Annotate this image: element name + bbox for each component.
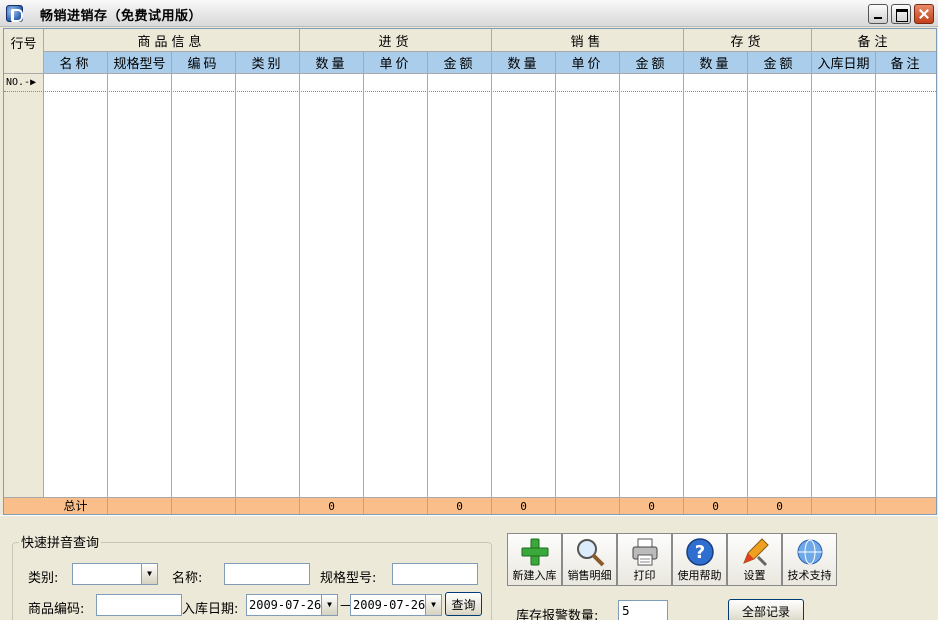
query-button[interactable]: 查询 [445,592,482,616]
code-label: 商品编码: [28,602,85,617]
col-header-stock-amount[interactable]: 金额 [748,52,812,74]
total-stock-amount: 0 [748,498,812,514]
col-header-sales-price[interactable]: 单价 [556,52,620,74]
chevron-down-icon[interactable]: ▼ [321,595,337,615]
sales-detail-button[interactable]: 销售明细 [562,533,617,586]
column-divider [619,74,620,497]
total-purchase-qty: 0 [300,498,364,514]
col-header-stock-date[interactable]: 入库日期 [812,52,876,74]
table-row[interactable] [4,74,936,92]
chevron-down-icon[interactable]: ▼ [425,595,441,615]
window-title: 畅销进销存（免费试用版） [40,9,203,24]
total-cell [812,498,876,514]
total-row: 总计 0 0 0 0 0 0 [4,497,936,514]
category-select[interactable]: ▼ [72,563,158,585]
minimize-button[interactable] [868,4,888,24]
sales-detail-label: 销售明细 [567,569,612,582]
total-sales-amount: 0 [620,498,684,514]
group-header-remarks: 备注 [812,29,936,52]
settings-button[interactable]: 设置 [727,533,782,586]
column-divider [171,74,172,497]
app-icon [6,5,23,22]
code-input[interactable] [96,594,182,616]
printer-icon [632,538,657,566]
column-divider [363,74,364,497]
col-header-category[interactable]: 类别 [236,52,300,74]
col-header-name[interactable]: 名称 [44,52,108,74]
globe-icon [797,539,822,565]
date-label: 入库日期: [182,602,239,617]
total-sales-qty: 0 [492,498,556,514]
date-from-value: 2009-07-26 [249,598,322,612]
col-header-stock-qty[interactable]: 数量 [684,52,748,74]
total-cell [172,498,236,514]
help-icon: ? [685,538,714,566]
column-divider [683,74,684,497]
total-cell [876,498,936,514]
total-cell [556,498,620,514]
stock-alarm-input[interactable]: 5 [618,600,668,620]
column-divider [555,74,556,497]
spec-label: 规格型号: [320,571,377,586]
print-label: 打印 [633,569,656,582]
inventory-grid[interactable]: 行号 商品信息 进货 销售 存货 备注 名称 规格型号 编码 类别 数量 单价 … [3,28,937,515]
column-divider [107,74,108,497]
col-header-remark[interactable]: 备注 [876,52,936,74]
col-header-sales-qty[interactable]: 数量 [492,52,556,74]
row-number-column [4,92,44,497]
new-stock-button[interactable]: 新建入库 [507,533,562,586]
total-cell [236,498,300,514]
plus-icon [521,538,548,566]
date-to-picker[interactable]: 2009-07-26 ▼ [350,594,442,616]
column-divider [491,74,492,497]
column-divider [427,74,428,497]
group-header-purchase: 进货 [300,29,492,52]
col-header-code[interactable]: 编码 [172,52,236,74]
total-label: 总计 [44,498,108,514]
column-header-row: 名称 规格型号 编码 类别 数量 单价 金额 数量 单价 金额 数量 金额 入库… [4,52,936,74]
col-header-purchase-price[interactable]: 单价 [364,52,428,74]
maximize-button[interactable] [891,4,911,24]
help-label: 使用帮助 [677,569,722,582]
column-divider [747,74,748,497]
column-divider [299,74,300,497]
support-button[interactable]: 技术支持 [782,533,837,586]
col-header-spec[interactable]: 规格型号 [108,52,172,74]
quick-search-title: 快速拼音查询 [19,532,102,551]
help-button[interactable]: ? 使用帮助 [672,533,727,586]
total-cell [364,498,428,514]
column-divider [811,74,812,497]
settings-label: 设置 [743,569,766,582]
bottom-panel: 快速拼音查询 类别: ▼ 名称: 规格型号: 商品编码: 入库日期: 2009-… [0,515,938,620]
print-button[interactable]: 打印 [617,533,672,586]
category-label: 类别: [28,571,59,586]
name-label: 名称: [172,571,203,586]
new-stock-label: 新建入库 [512,569,557,582]
all-records-button[interactable]: 全部记录 [728,599,804,620]
magnifier-icon [576,539,604,567]
date-to-value: 2009-07-26 [353,598,426,612]
stock-alarm-label: 库存报警数量: [516,609,599,620]
total-stock-qty: 0 [684,498,748,514]
total-purchase-amount: 0 [428,498,492,514]
pencil-wrench-icon [742,538,769,567]
column-divider [875,74,876,497]
col-header-sales-amount[interactable]: 金额 [620,52,684,74]
total-cell [108,498,172,514]
group-header-stock: 存货 [684,29,812,52]
spec-input[interactable] [392,563,478,585]
close-button[interactable] [914,4,934,24]
support-label: 技术支持 [787,569,832,582]
col-header-purchase-amount[interactable]: 金额 [428,52,492,74]
column-divider [235,74,236,497]
group-header-row: 商品信息 进货 销售 存货 备注 [4,29,936,52]
group-header-sales: 销售 [492,29,684,52]
title-bar: 畅销进销存（免费试用版） [0,0,938,27]
name-input[interactable] [224,563,310,585]
group-header-product-info: 商品信息 [44,29,300,52]
chevron-down-icon[interactable]: ▼ [141,564,157,584]
svg-text:?: ? [694,542,704,563]
col-header-purchase-qty[interactable]: 数量 [300,52,364,74]
date-from-picker[interactable]: 2009-07-26 ▼ [246,594,338,616]
